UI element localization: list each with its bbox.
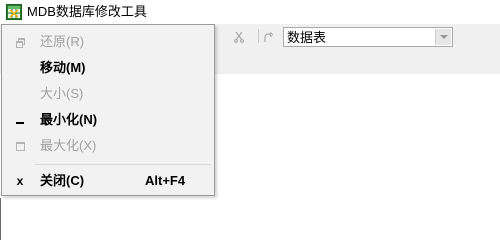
restore-icon (11, 33, 29, 51)
menu-item-close[interactable]: x 关闭(C) Alt+F4 (3, 170, 213, 192)
redo-icon (264, 32, 274, 42)
menu-separator (35, 164, 211, 165)
menu-item-shortcut: Alt+F4 (145, 173, 186, 188)
title-bar[interactable]: MDB数据库修改工具 (0, 0, 500, 24)
menu-item-label: 最大化(X) (40, 138, 97, 153)
client-left-border (0, 198, 1, 240)
maximize-icon (11, 137, 29, 155)
redo-button[interactable] (259, 28, 277, 46)
menu-item-label: 最小化(N) (40, 112, 98, 127)
system-menu: 还原(R) 移动(M) 大小(S) 最小化(N) 最大化(X) x 关闭(C) … (1, 24, 215, 196)
menu-item-move[interactable]: 移动(M) (3, 57, 213, 79)
menu-item-label: 移动(M) (40, 60, 86, 75)
close-icon: x (16, 174, 24, 188)
table-select[interactable]: 数据表 (283, 27, 453, 47)
minimize-icon (11, 111, 29, 129)
cut-icon (234, 31, 244, 43)
menu-item-maximize[interactable]: 最大化(X) (3, 135, 213, 157)
menu-item-size[interactable]: 大小(S) (3, 83, 213, 105)
app-icon[interactable] (6, 4, 22, 20)
menu-item-label: 大小(S) (40, 86, 84, 101)
menu-item-label: 还原(R) (40, 34, 85, 49)
menu-item-label: 关闭(C) (40, 173, 85, 188)
window-title: MDB数据库修改工具 (27, 4, 147, 19)
cut-button[interactable] (230, 28, 248, 46)
chevron-down-icon[interactable] (435, 29, 451, 45)
menu-item-minimize[interactable]: 最小化(N) (3, 109, 213, 131)
menu-item-restore[interactable]: 还原(R) (3, 31, 213, 53)
table-select-value: 数据表 (287, 30, 327, 45)
